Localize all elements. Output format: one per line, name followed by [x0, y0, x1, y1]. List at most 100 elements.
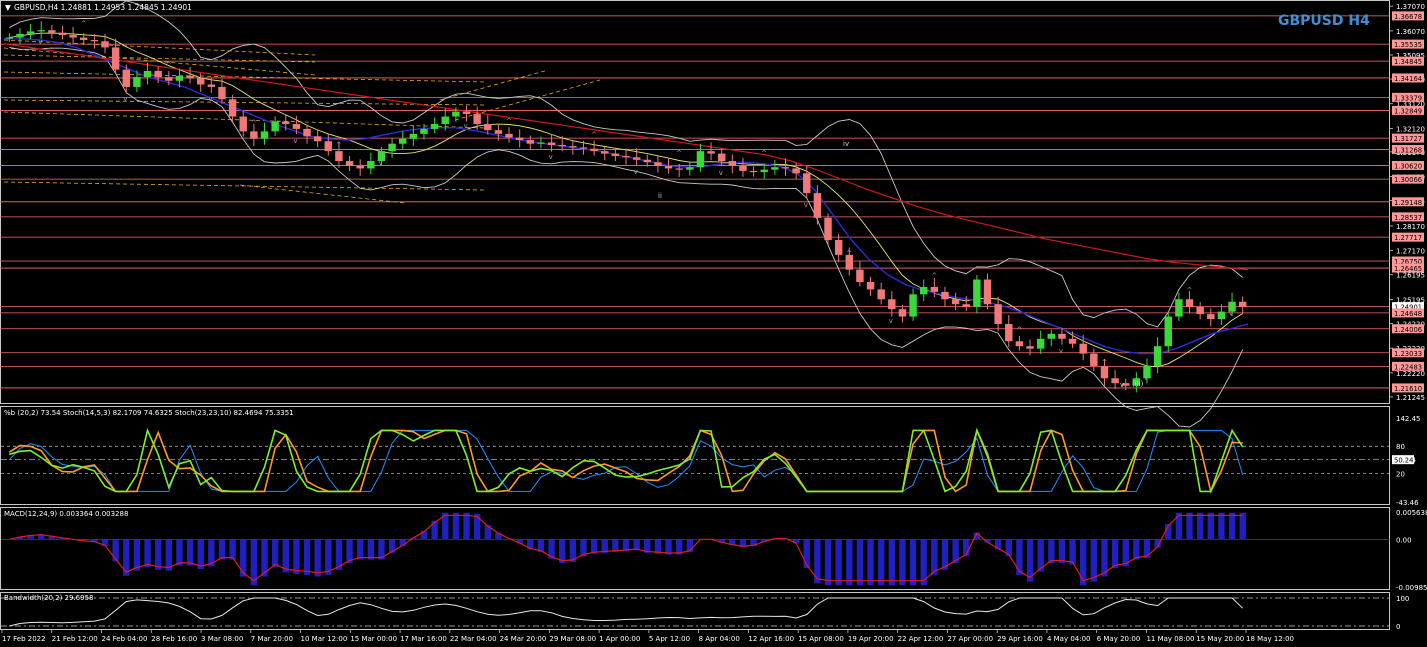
- candle-body: [303, 128, 311, 137]
- time-label: 15 May 20:00: [1196, 635, 1244, 643]
- candle-body: [1036, 338, 1045, 349]
- candle-body: [919, 286, 928, 295]
- wave-label: ii: [658, 192, 662, 200]
- fractal-marker: ^: [931, 272, 937, 280]
- candle-body: [80, 37, 88, 41]
- fractal-marker: v: [378, 159, 382, 167]
- price-label: 1.21245: [1396, 394, 1425, 402]
- osc-badge-label: 50.24: [1394, 457, 1413, 465]
- time-label: 24 Mar 20:00: [500, 635, 547, 643]
- candle-body: [962, 304, 970, 307]
- candle-body: [1015, 341, 1024, 347]
- candle-body: [441, 116, 449, 124]
- osc-axis-label: 80: [1396, 443, 1405, 451]
- candle-body: [239, 116, 247, 132]
- time-label: 3 Mar 08:00: [201, 635, 243, 643]
- candle-body: [1100, 365, 1109, 379]
- time-label: 24 Feb 04:00: [102, 635, 148, 643]
- candle-body: [1196, 306, 1204, 315]
- candle-body: [335, 151, 343, 162]
- fractal-marker: v: [634, 168, 638, 176]
- candle-body: [728, 161, 737, 166]
- candle-body: [558, 144, 566, 147]
- candle-body: [664, 165, 673, 169]
- level-badge-label: 1.30620: [1394, 162, 1422, 170]
- candle-body: [324, 141, 333, 152]
- time-label: 5 Apr 12:00: [649, 635, 690, 643]
- candle-body: [930, 286, 939, 292]
- fractal-marker: v: [889, 317, 893, 325]
- candle-body: [749, 170, 758, 173]
- candle-body: [866, 281, 875, 290]
- candle-body: [1026, 346, 1034, 349]
- fractal-marker: v: [293, 137, 297, 145]
- time-label: 12 Apr 16:00: [748, 635, 794, 643]
- candle-body: [37, 30, 45, 32]
- candle-body: [484, 123, 492, 131]
- candle-body: [951, 299, 960, 305]
- time-label: 29 Apr 16:00: [997, 635, 1043, 643]
- fractal-marker: v: [208, 95, 212, 103]
- candle-body: [250, 131, 258, 139]
- time-label: 11 May 08:00: [1146, 635, 1194, 643]
- fractal-marker: ^: [591, 131, 597, 139]
- candle-body: [877, 289, 885, 300]
- osc-axis-label: -43.46: [1396, 499, 1419, 507]
- level-badge-label: 1.21610: [1394, 385, 1422, 393]
- candle-body: [622, 156, 630, 158]
- time-label: 1 Apr 00:00: [599, 635, 640, 643]
- candle-body: [654, 162, 662, 166]
- level-badge-label: 1.24006: [1394, 326, 1422, 334]
- candle-body: [856, 269, 864, 282]
- price-label: 1.36070: [1396, 28, 1425, 36]
- chart-canvas[interactable]: v^v^v^v^v^v^v^v^v^v^v^v^v^v^v iviiv (iii)…: [0, 0, 1427, 647]
- candle-body: [462, 111, 471, 115]
- candle-body: [739, 165, 747, 171]
- level-badge-label: 1.29148: [1394, 199, 1422, 207]
- price-label: 1.32120: [1396, 125, 1425, 133]
- time-label: 22 Mar 04:00: [450, 635, 497, 643]
- level-badge-label: 1.35535: [1394, 41, 1422, 49]
- candle-body: [888, 299, 896, 310]
- candle-body: [122, 69, 130, 87]
- time-label: 15 Apr 08:00: [798, 635, 844, 643]
- time-label: 19 Apr 20:00: [848, 635, 894, 643]
- candle-body: [781, 167, 790, 169]
- candle-body: [941, 291, 949, 300]
- candle-body: [452, 111, 460, 117]
- time-label: 18 May 12:00: [1246, 635, 1294, 643]
- candle-body: [494, 130, 503, 134]
- candle-body: [824, 217, 832, 241]
- fractal-marker: ^: [166, 61, 172, 69]
- candle-body: [154, 70, 162, 78]
- candle-body: [1164, 316, 1172, 347]
- level-badge-label: 1.22483: [1394, 363, 1422, 371]
- candle-body: [1068, 338, 1077, 344]
- candle-body: [505, 133, 513, 138]
- candle-body: [1185, 299, 1194, 307]
- time-label: 15 Mar 00:00: [350, 635, 397, 643]
- candle-body: [175, 75, 184, 81]
- candle-body: [1079, 343, 1087, 354]
- candle-body: [601, 151, 609, 154]
- price-label: 1.28170: [1396, 223, 1425, 231]
- osc-axis-label: 142.45: [1396, 415, 1421, 423]
- candle-body: [1058, 333, 1066, 339]
- candle-body: [398, 138, 407, 144]
- wave-label: (iii): [1132, 380, 1144, 388]
- candle-body: [983, 279, 992, 305]
- level-badge-label: 1.34164: [1394, 75, 1422, 83]
- level-badge-label: 1.32849: [1394, 107, 1422, 115]
- candle-body: [228, 99, 237, 117]
- candle-body: [707, 151, 715, 154]
- candle-body: [292, 123, 301, 129]
- time-label: 28 Feb 16:00: [151, 635, 197, 643]
- price-label: 1.27170: [1396, 248, 1425, 256]
- candle-body: [834, 240, 843, 255]
- menu-triangle-icon[interactable]: ▼: [5, 3, 11, 12]
- level-badge-label: 1.27717: [1394, 234, 1422, 242]
- candle-body: [632, 157, 641, 160]
- level-badge-label: 1.28537: [1394, 214, 1422, 222]
- candle-body: [686, 167, 694, 170]
- candle-body: [26, 31, 35, 34]
